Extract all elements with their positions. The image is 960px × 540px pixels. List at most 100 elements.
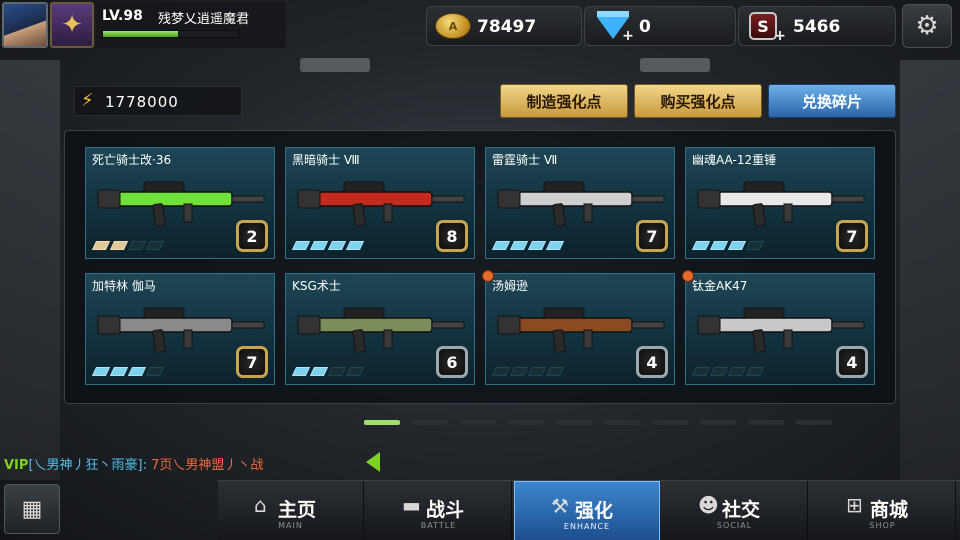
nav-tab-sublabel: ENHANCE <box>563 522 611 531</box>
weapon-name: 汤姆逊 <box>492 279 529 293</box>
make-points-button[interactable]: 制造强化点 <box>500 84 628 118</box>
chat-collapse-arrow-icon[interactable] <box>366 452 380 472</box>
enhance-pip <box>145 241 165 250</box>
weapon-card[interactable]: 钛金AK47 4 <box>682 270 875 385</box>
bottom-nav: ⌂ 主页 MAIN ▬ 战斗 BATTLE ⚒ 强化 ENHANCE ☻ 社交 SOCIAL ⊞ 商城 SH… <box>218 480 960 540</box>
chat-ticker[interactable]: VIP[乀男神丿狂丶雨豪]: 7页乀男神盟丿丶战 <box>4 454 263 473</box>
nav-tab-social[interactable]: ☻ 社交 SOCIAL <box>662 481 808 540</box>
enhance-pip <box>527 367 547 376</box>
nav-tab-label: 主页 <box>278 499 317 521</box>
gold-counter[interactable]: A 78497 <box>426 6 582 46</box>
enhance-pips <box>691 367 765 376</box>
vip-tag: VIP <box>4 458 29 473</box>
enhance-pips <box>491 367 565 376</box>
menu-grid-icon[interactable]: ▦ <box>4 484 60 534</box>
weapon-card[interactable]: 黑暗骑士 Ⅷ 8 <box>285 147 475 259</box>
nav-tab-shop[interactable]: ⊞ 商城 SHOP <box>810 481 956 540</box>
enhance-pip <box>309 367 329 376</box>
enhance-pip <box>345 241 365 250</box>
nav-tab-label: 战斗 <box>426 499 465 521</box>
weapon-card[interactable]: 汤姆逊 4 <box>482 270 675 385</box>
page-dot[interactable] <box>796 420 832 425</box>
nav-tab-battle[interactable]: ▬ 战斗 BATTLE <box>366 481 512 540</box>
player-info-panel: LV.98 残梦乂逍遥魔君 <box>96 2 286 48</box>
enhance-pip <box>491 367 511 376</box>
gold-coin-icon: A <box>435 13 471 39</box>
energy-amount: 1778000 <box>105 93 179 111</box>
enhance-pip <box>691 367 711 376</box>
enhance-pip <box>327 367 347 376</box>
enhance-pips <box>291 241 365 250</box>
page-dot[interactable] <box>652 420 688 425</box>
weapon-grade-badge: 7 <box>636 220 668 252</box>
weapon-name: 黑暗骑士 Ⅷ <box>292 153 360 167</box>
page-dot[interactable] <box>508 420 544 425</box>
home-icon: ⌂ <box>254 493 267 517</box>
people-icon: ☻ <box>698 493 719 517</box>
weapon-card[interactable]: 加特林 伽马 7 <box>85 273 275 385</box>
nav-tab-sublabel: SHOP <box>869 521 896 530</box>
buy-points-button[interactable]: 购买强化点 <box>634 84 762 118</box>
weapon-grade-badge: 4 <box>836 346 868 378</box>
enhance-pip <box>109 241 129 250</box>
page-dot[interactable] <box>604 420 640 425</box>
enhance-pip <box>545 367 565 376</box>
s-coin-amount: 5466 <box>793 17 841 37</box>
enhance-pip <box>309 241 329 250</box>
enhance-pips <box>91 367 165 376</box>
exchange-fragments-button[interactable]: 兑换碎片 <box>768 84 896 118</box>
page-dot[interactable] <box>364 420 400 425</box>
weapon-card[interactable]: 幽魂AA-12重锤 7 <box>685 147 875 259</box>
enhance-pip <box>145 367 165 376</box>
weapon-card[interactable]: 雷霆骑士 Ⅶ 7 <box>485 147 675 259</box>
weapon-grade-badge: 4 <box>636 346 668 378</box>
settings-gear-icon[interactable]: ⚙ <box>902 4 952 48</box>
weapon-card[interactable]: 死亡骑士改·36 2 <box>85 147 275 259</box>
player-level: LV.98 <box>102 8 143 24</box>
player-avatar[interactable] <box>2 2 48 48</box>
enhance-pip <box>545 241 565 250</box>
page-dot[interactable] <box>700 420 736 425</box>
page-dot[interactable] <box>556 420 592 425</box>
enhance-pip <box>291 241 311 250</box>
page-dot[interactable] <box>748 420 784 425</box>
rank-badge-icon[interactable]: ✦ <box>50 2 94 48</box>
enhance-pip <box>709 241 729 250</box>
nav-tab-main[interactable]: ⌂ 主页 MAIN <box>218 481 364 540</box>
page-dot[interactable] <box>412 420 448 425</box>
nav-tab-enhance[interactable]: ⚒ 强化 ENHANCE <box>514 481 660 540</box>
cart-icon: ⊞ <box>846 493 863 517</box>
nav-tab-sublabel: SOCIAL <box>716 521 753 530</box>
enhance-pip <box>91 367 111 376</box>
background-ceiling-light <box>640 58 710 72</box>
background-ceiling-light <box>300 58 370 72</box>
gold-amount: 78497 <box>477 17 537 37</box>
s-coin-counter[interactable]: S + 5466 <box>738 6 896 46</box>
enhance-pip <box>709 367 729 376</box>
enhance-energy-counter: ⚡ 1778000 <box>74 86 242 116</box>
weapon-name: 幽魂AA-12重锤 <box>692 153 777 167</box>
chat-message: 7页乀男神盟丿丶战 <box>151 458 264 473</box>
weapon-grid: 死亡骑士改·36 2 黑暗骑士 Ⅷ 8 雷霆骑士 Ⅶ 7 幽魂AA-12重锤 7 加特林 伽马 7… <box>64 130 896 404</box>
page-indicator <box>364 420 832 425</box>
background-beam-left <box>0 60 60 480</box>
enhance-pip <box>291 367 311 376</box>
nav-tab-label: 商城 <box>870 499 909 521</box>
lightning-icon: ⚡ <box>81 90 94 111</box>
background-beam-right <box>900 60 960 480</box>
pistol-icon: ▬ <box>402 493 421 517</box>
enhance-pip <box>727 367 747 376</box>
diamond-counter[interactable]: + 0 <box>584 6 736 46</box>
enhance-pip <box>509 241 529 250</box>
enhance-pip <box>127 367 147 376</box>
weapon-name: 钛金AK47 <box>692 279 748 293</box>
weapon-name: 雷霆骑士 Ⅶ <box>492 153 558 167</box>
weapon-grade-badge: 6 <box>436 346 468 378</box>
enhance-pip <box>109 367 129 376</box>
weapon-card[interactable]: KSG术士 6 <box>285 273 475 385</box>
page-dot[interactable] <box>460 420 496 425</box>
add-s-coins-icon[interactable]: + <box>773 29 787 43</box>
enhance-pips <box>691 241 765 250</box>
nav-tab-label: 强化 <box>575 500 614 522</box>
add-diamonds-icon[interactable]: + <box>621 29 635 43</box>
